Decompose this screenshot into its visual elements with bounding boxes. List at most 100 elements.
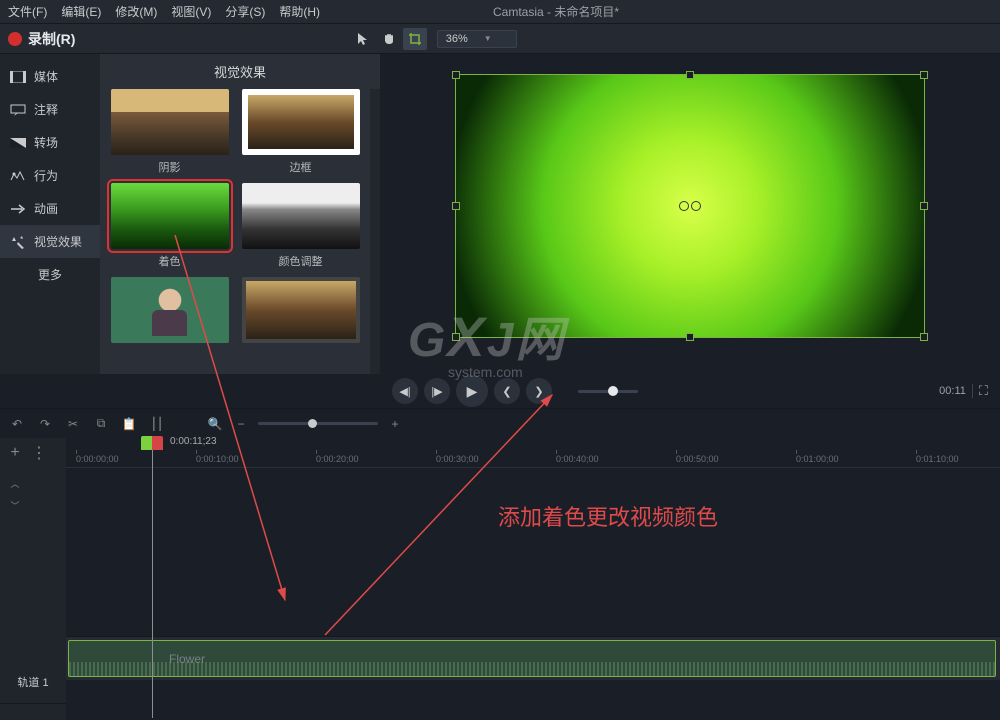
crop-tool[interactable]: [403, 28, 427, 50]
track-1-head[interactable]: 轨道 1: [0, 660, 66, 704]
resize-handle-tr[interactable]: [920, 71, 928, 79]
prev-frame-button[interactable]: ◀|: [392, 378, 418, 404]
effects-scrollbar[interactable]: [370, 89, 380, 374]
resize-handle-tm[interactable]: [686, 71, 694, 79]
copy-button[interactable]: ⧉: [92, 415, 110, 433]
canvas-area: [380, 54, 1000, 374]
app-title: Camtasia - 未命名项目*: [493, 3, 619, 20]
split-button[interactable]: ⎮⎮: [148, 415, 166, 433]
ruler-tick: 0:00:40;00: [556, 454, 599, 464]
clip-flower[interactable]: Flower: [68, 640, 996, 677]
effect-thumb: [111, 277, 229, 343]
record-button[interactable]: 录制(R): [8, 29, 75, 49]
resize-handle-bm[interactable]: [686, 333, 694, 341]
ruler-tick: 0:01:10;00: [916, 454, 959, 464]
paste-button[interactable]: 📋: [120, 415, 138, 433]
playback-bar: ◀| |▶ ▶ ❮ ❯ 00:11 ⛶: [0, 374, 1000, 408]
effect-color-adjust[interactable]: 颜色调整: [241, 183, 360, 271]
sidebar-item-more[interactable]: 更多: [0, 258, 100, 291]
effect-shadow[interactable]: 阴影: [110, 89, 229, 177]
prev-button[interactable]: ❮: [494, 378, 520, 404]
zoom-select[interactable]: 36% ▼: [437, 30, 517, 48]
timeline-track-heads: + ⋮ ︿ ﹀ 轨道 1: [0, 438, 66, 720]
ruler-tick: 0:00:10;00: [196, 454, 239, 464]
cut-button[interactable]: ✂: [64, 415, 82, 433]
sidebar-item-animations[interactable]: 动画: [0, 192, 100, 225]
sidebar-label: 视觉效果: [34, 233, 82, 250]
canvas-stage[interactable]: [455, 74, 925, 338]
resize-handle-mr[interactable]: [920, 202, 928, 210]
annotation-text: 添加着色更改视频颜色: [498, 500, 718, 532]
effect-thumb: [242, 183, 360, 249]
behavior-icon: [10, 169, 26, 183]
menu-view[interactable]: 视图(V): [171, 3, 211, 20]
zoom-value: 36%: [446, 33, 468, 45]
menu-file[interactable]: 文件(F): [8, 3, 47, 20]
sidebar-label: 行为: [34, 167, 58, 184]
effect-item-5[interactable]: [110, 277, 229, 343]
sidebar-label: 更多: [38, 266, 62, 283]
sidebar-item-annotations[interactable]: 注释: [0, 93, 100, 126]
fullscreen-icon[interactable]: ⛶: [979, 383, 988, 399]
animation-icon: [10, 202, 26, 216]
effects-panel-title: 视觉效果: [100, 54, 380, 89]
next-button[interactable]: ❯: [526, 378, 552, 404]
playhead-time: 0:00:11;23: [170, 436, 217, 447]
sidebar-item-behaviors[interactable]: 行为: [0, 159, 100, 192]
track-menu-button[interactable]: ⋮: [30, 444, 48, 462]
zoom-slider[interactable]: [258, 422, 378, 425]
effect-thumb: [111, 89, 229, 155]
sidebar-label: 媒体: [34, 68, 58, 85]
menu-share[interactable]: 分享(S): [225, 3, 265, 20]
zoom-fit-icon[interactable]: 🔍: [206, 415, 224, 433]
clip-waveform: [69, 662, 995, 676]
sidebar-item-transitions[interactable]: 转场: [0, 126, 100, 159]
playback-time: 00:11: [939, 385, 966, 397]
effect-thumb: [242, 277, 360, 343]
effect-item-6[interactable]: [241, 277, 360, 343]
ruler-tick: 0:01:00;00: [796, 454, 839, 464]
track-1[interactable]: Flower: [66, 636, 1000, 680]
resize-handle-ml[interactable]: [452, 202, 460, 210]
redo-button[interactable]: ↷: [36, 415, 54, 433]
play-button[interactable]: ▶: [456, 375, 488, 407]
zoom-out-button[interactable]: −: [232, 415, 250, 433]
tool-sidebar: 媒体 注释 转场 行为 动画 视觉效果 更多: [0, 54, 100, 374]
sidebar-item-media[interactable]: 媒体: [0, 60, 100, 93]
record-label: 录制(R): [28, 29, 75, 49]
expand-up-icon[interactable]: ︿: [6, 474, 24, 492]
menu-help[interactable]: 帮助(H): [279, 3, 320, 20]
expand-down-icon[interactable]: ﹀: [6, 496, 24, 514]
timeline: + ⋮ ︿ ﹀ 轨道 1 0:00:00;00 0:00:10;00 0:00:…: [0, 438, 1000, 720]
effect-border[interactable]: 边框: [241, 89, 360, 177]
undo-button[interactable]: ↶: [8, 415, 26, 433]
effect-colorize[interactable]: 着色: [110, 183, 229, 271]
menu-edit[interactable]: 编辑(E): [61, 3, 101, 20]
sidebar-label: 转场: [34, 134, 58, 151]
ruler-tick: 0:00:30;00: [436, 454, 479, 464]
resize-handle-bl[interactable]: [452, 333, 460, 341]
zoom-in-button[interactable]: +: [386, 415, 404, 433]
record-icon: [8, 32, 22, 46]
menu-bar: 文件(F) 编辑(E) 修改(M) 视图(V) 分享(S) 帮助(H) Camt…: [0, 0, 1000, 24]
add-track-button[interactable]: +: [6, 444, 24, 462]
ruler-tick: 0:00:20;00: [316, 454, 359, 464]
menu-modify[interactable]: 修改(M): [115, 3, 157, 20]
effects-panel: 视觉效果 阴影 边框 着色 颜色调整: [100, 54, 380, 374]
effects-icon: [10, 235, 26, 249]
speed-slider[interactable]: [578, 390, 638, 393]
effect-thumb: [111, 183, 229, 249]
resize-handle-br[interactable]: [920, 333, 928, 341]
resize-handle-tl[interactable]: [452, 71, 460, 79]
playhead[interactable]: 0:00:11;23: [152, 438, 153, 718]
step-back-button[interactable]: |▶: [424, 378, 450, 404]
sidebar-item-visual-effects[interactable]: 视觉效果: [0, 225, 100, 258]
record-bar: 录制(R) 36% ▼: [0, 24, 1000, 54]
center-marker-icon: [679, 201, 701, 211]
timeline-toolbar: ↶ ↷ ✂ ⧉ 📋 ⎮⎮ 🔍 − +: [0, 408, 1000, 438]
hand-tool[interactable]: [377, 28, 401, 50]
caret-down-icon: ▼: [484, 34, 492, 43]
annotation-icon: [10, 103, 26, 117]
pointer-tool[interactable]: [351, 28, 375, 50]
playhead-handle[interactable]: [141, 436, 163, 450]
